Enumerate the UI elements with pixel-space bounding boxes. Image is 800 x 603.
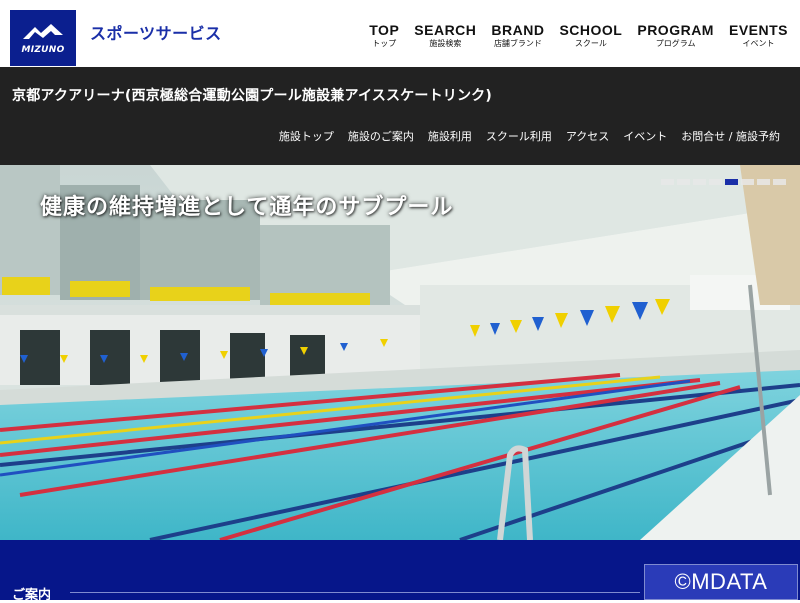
nav-label-ja: 施設検索 — [429, 39, 462, 48]
nav-label-en: SCHOOL — [559, 22, 623, 38]
nav-label-en: PROGRAM — [637, 22, 714, 38]
logo-wordmark: MIZUNO — [21, 45, 65, 55]
site-header: MIZUNO スポーツサービス TOP トップ SEARCH 施設検索 BRAN… — [0, 0, 800, 67]
slider-dot[interactable] — [661, 179, 674, 185]
watermark-text: ©MDATA — [674, 569, 768, 594]
hero-caption: 健康の維持増進として通年のサブプール — [40, 195, 454, 220]
slider-dots — [661, 179, 786, 185]
subnav-school-use[interactable]: スクール利用 — [486, 128, 552, 144]
nav-label-ja: スクール — [574, 39, 607, 48]
section-divider — [70, 592, 640, 593]
facility-bar: 京都アクアリーナ(西京極総合運動公園プール施設兼アイススケートリンク) 施設トッ… — [0, 67, 800, 165]
nav-top[interactable]: TOP トップ — [369, 22, 399, 49]
nav-label-ja: 店舗ブランド — [493, 39, 542, 48]
nav-label-ja: トップ — [372, 39, 397, 48]
slider-dot[interactable] — [773, 179, 786, 185]
slider-dot[interactable] — [741, 179, 754, 185]
info-band: ご案内 ©MDATA — [0, 540, 800, 603]
global-nav: TOP トップ SEARCH 施設検索 BRAND 店舗ブランド SCHOOL … — [354, 22, 788, 49]
subnav-facility-use[interactable]: 施設利用 — [428, 128, 472, 144]
nav-brand[interactable]: BRAND 店舗ブランド — [491, 22, 544, 49]
nav-label-en: SEARCH — [414, 22, 477, 38]
slider-dot[interactable] — [709, 179, 722, 185]
facility-title: 京都アクアリーナ(西京極総合運動公園プール施設兼アイススケートリンク) — [12, 88, 492, 104]
nav-label-en: TOP — [369, 22, 400, 38]
mizuno-logo[interactable]: MIZUNO — [10, 10, 76, 66]
subnav-facility-guide[interactable]: 施設のご案内 — [348, 128, 414, 144]
nav-label-ja: プログラム — [655, 39, 696, 48]
nav-label-ja: イベント — [742, 39, 775, 48]
slider-dot[interactable] — [757, 179, 770, 185]
nav-program[interactable]: PROGRAM プログラム — [637, 22, 714, 49]
nav-events[interactable]: EVENTS イベント — [729, 22, 788, 49]
nav-label-en: BRAND — [491, 22, 545, 38]
site-name[interactable]: スポーツサービス — [90, 20, 222, 44]
subnav-events[interactable]: イベント — [623, 128, 667, 144]
subnav-facility-top[interactable]: 施設トップ — [279, 128, 334, 144]
slider-dot-active[interactable] — [725, 179, 738, 185]
runbird-icon — [23, 24, 63, 39]
nav-label-en: EVENTS — [728, 22, 788, 38]
subnav-access[interactable]: アクセス — [566, 128, 609, 144]
pool-photo — [0, 165, 800, 540]
watermark-box: ©MDATA — [644, 564, 798, 600]
nav-school[interactable]: SCHOOL スクール — [559, 22, 622, 49]
facility-subnav: 施設トップ 施設のご案内 施設利用 スクール利用 アクセス イベント お問合せ … — [265, 128, 780, 144]
slider-dot[interactable] — [677, 179, 690, 185]
nav-search[interactable]: SEARCH 施設検索 — [414, 22, 476, 49]
hero-slider[interactable]: 健康の維持増進として通年のサブプール — [0, 165, 800, 540]
slider-dot[interactable] — [693, 179, 706, 185]
subnav-contact-reservation[interactable]: お問合せ / 施設予約 — [681, 128, 780, 144]
section-heading: ご案内 — [12, 588, 52, 603]
